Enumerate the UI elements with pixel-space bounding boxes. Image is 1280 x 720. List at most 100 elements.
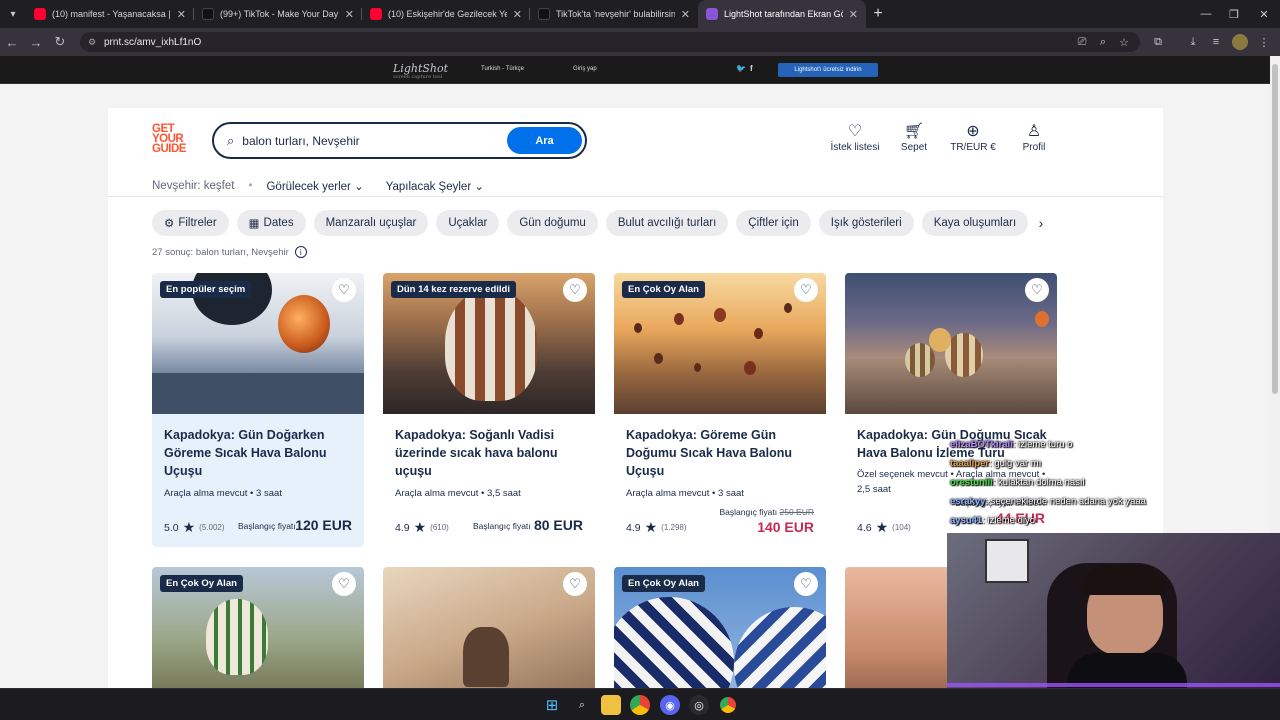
- filter-icon: ⚙︎: [164, 218, 175, 230]
- browser-tab[interactable]: (10) manifest - Yaşanacaksa | O ✕: [26, 0, 194, 28]
- chrome-active-icon[interactable]: [718, 695, 738, 715]
- product-title: Kapadokya: Göreme Gün Doğumu Sıcak Hava …: [626, 428, 793, 478]
- close-window-icon[interactable]: ✕: [1250, 0, 1278, 28]
- heart-icon[interactable]: ♡: [563, 278, 587, 302]
- old-price: Başlangıç fiyatı 250 EUR: [719, 507, 814, 517]
- facebook-icon[interactable]: f: [750, 64, 753, 73]
- heart-icon[interactable]: ♡: [332, 572, 356, 596]
- download-icon[interactable]: ⤓: [1185, 34, 1201, 50]
- minimize-icon[interactable]: —: [1192, 0, 1220, 28]
- search-icon[interactable]: ⌕: [572, 695, 592, 715]
- chevron-down-icon: ⌄: [474, 181, 484, 193]
- product-rating: 4.6 ★ (104): [857, 519, 911, 535]
- forward-icon[interactable]: →: [24, 35, 48, 50]
- product-card[interactable]: En Çok Oy Alan ♡: [614, 567, 826, 688]
- profile-button[interactable]: ♙ Profil: [1014, 122, 1054, 153]
- close-icon[interactable]: ✕: [513, 8, 522, 21]
- search-bar: ⌕ balon turları, Nevşehir Ara: [212, 122, 587, 159]
- menu-icon[interactable]: ⋮: [1256, 34, 1272, 50]
- discord-icon[interactable]: ◉: [660, 695, 680, 715]
- filter-chip[interactable]: Manzaralı uçuşlar: [313, 210, 429, 236]
- filter-chip[interactable]: Bulut avcılığı turları: [605, 210, 729, 236]
- browser-tab[interactable]: (99+) TikTok - Make Your Day ✕: [194, 0, 362, 28]
- windows-start-icon[interactable]: ⊞: [542, 695, 562, 715]
- things-dropdown[interactable]: Yapılacak Şeyler ⌄: [386, 179, 484, 193]
- star-icon: ★: [182, 519, 196, 535]
- browser-tab-active[interactable]: LightShot tarafından Ekran Gör ✕: [698, 0, 866, 28]
- product-image: Dün 14 kez rezerve edildi ♡: [383, 273, 595, 414]
- avatar[interactable]: [1232, 34, 1248, 50]
- star-icon: ★: [644, 519, 658, 535]
- product-card[interactable]: En Çok Oy Alan ♡: [152, 567, 364, 688]
- url-field[interactable]: ⚙ prnt.sc/amv_ixhLf1nO: [80, 32, 1140, 52]
- back-icon[interactable]: ←: [0, 35, 24, 50]
- folder-icon[interactable]: [601, 695, 621, 715]
- heart-icon[interactable]: ♡: [794, 278, 818, 302]
- wishlist-label: İstek listesi: [830, 142, 880, 153]
- login-link[interactable]: Giriş yap: [573, 66, 597, 72]
- filters-chip[interactable]: ⚙︎ Filtreler: [152, 210, 229, 236]
- lightshot-icon: [706, 8, 718, 20]
- star-icon: ★: [413, 519, 427, 535]
- site-info-icon[interactable]: ⚙: [88, 37, 96, 48]
- obs-icon[interactable]: ◎: [689, 695, 709, 715]
- reload-icon[interactable]: ↻: [48, 34, 72, 50]
- chat-message: aysu41: izleme diyo: [950, 515, 1036, 526]
- filter-chip[interactable]: Çiftler için: [736, 210, 811, 236]
- reading-list-icon[interactable]: ≡: [1208, 34, 1224, 50]
- filter-chip[interactable]: Işık gösterileri: [818, 210, 914, 236]
- close-icon[interactable]: ✕: [177, 8, 186, 21]
- zoom-icon[interactable]: ⌕: [1095, 34, 1111, 50]
- calendar-icon: ▦: [248, 218, 260, 230]
- filter-chip[interactable]: Gün doğumu: [507, 210, 598, 236]
- heart-icon[interactable]: ♡: [563, 572, 587, 596]
- language-currency-button[interactable]: ⊕ TR/EUR €: [948, 122, 998, 153]
- product-card[interactable]: En popüler seçim ♡ Kapadokya: Gün Doğark…: [152, 273, 364, 547]
- download-button[interactable]: Lightshot'ı ücretsiz indirin: [778, 63, 878, 77]
- product-rating: 4.9 ★ (610): [395, 519, 449, 535]
- product-card[interactable]: Dün 14 kez rezerve edildi ♡ Kapadokya: S…: [383, 273, 595, 547]
- location-link[interactable]: Nevşehir: keşfet: [152, 180, 234, 192]
- filter-chip[interactable]: Kaya oluşumları: [921, 210, 1029, 236]
- extensions-icon[interactable]: ⧉: [1150, 34, 1166, 50]
- search-button[interactable]: Ara: [507, 127, 582, 154]
- url-text: prnt.sc/amv_ixhLf1nO: [104, 36, 202, 48]
- search-icon: ⌕: [227, 132, 235, 148]
- tab-search-icon[interactable]: ▾: [0, 4, 26, 24]
- product-image: ♡: [845, 273, 1057, 414]
- twitter-icon[interactable]: 🐦: [736, 64, 746, 73]
- cart-button[interactable]: 🛒︎ Sepet: [894, 122, 934, 153]
- filter-chip[interactable]: Uçaklar: [436, 210, 500, 236]
- bookmark-star-icon[interactable]: ☆: [1116, 34, 1132, 50]
- scrollbar-thumb[interactable]: [1272, 64, 1278, 394]
- lightshot-logo[interactable]: LightShot screen capture tool: [393, 62, 448, 80]
- close-icon[interactable]: ✕: [345, 8, 354, 21]
- close-icon[interactable]: ✕: [849, 8, 858, 21]
- close-icon[interactable]: ✕: [681, 8, 690, 21]
- browser-tab[interactable]: (10) Eskişehir'de Gezilecek Yerle ✕: [362, 0, 530, 28]
- globe-icon: ⊕: [966, 123, 980, 140]
- tab-title: (99+) TikTok - Make Your Day: [220, 9, 339, 19]
- language-select[interactable]: Turkish - Türkçe: [481, 66, 524, 72]
- star-icon: ★: [875, 519, 889, 535]
- heart-icon[interactable]: ♡: [1025, 278, 1049, 302]
- places-dropdown[interactable]: Görülecek yerler ⌄: [266, 179, 363, 193]
- getyourguide-logo[interactable]: GET YOUR GUIDE: [152, 123, 186, 155]
- chrome-icon[interactable]: [630, 695, 650, 715]
- led-strip: [947, 683, 1280, 687]
- chevron-right-icon[interactable]: ›: [1028, 210, 1054, 236]
- cast-icon[interactable]: ⎚: [1074, 34, 1090, 50]
- maximize-icon[interactable]: ❐: [1220, 0, 1248, 28]
- browser-tab[interactable]: TikTok'ta 'nevşehir' bulabilirsin ✕: [530, 0, 698, 28]
- search-input[interactable]: balon turları, Nevşehir: [242, 134, 359, 148]
- heart-icon[interactable]: ♡: [332, 278, 356, 302]
- heart-icon[interactable]: ♡: [794, 572, 818, 596]
- product-card[interactable]: ♡: [383, 567, 595, 688]
- product-card[interactable]: En Çok Oy Alan ♡ Kapadokya: Göreme Gün D…: [614, 273, 826, 547]
- new-tab-button[interactable]: +: [866, 5, 890, 23]
- tiktok-icon: [202, 8, 214, 20]
- tab-title: LightShot tarafından Ekran Gör: [724, 9, 843, 19]
- wishlist-button[interactable]: ♡ İstek listesi: [830, 122, 880, 153]
- dates-chip[interactable]: ▦ Dates: [236, 210, 306, 236]
- info-icon[interactable]: i: [294, 246, 307, 258]
